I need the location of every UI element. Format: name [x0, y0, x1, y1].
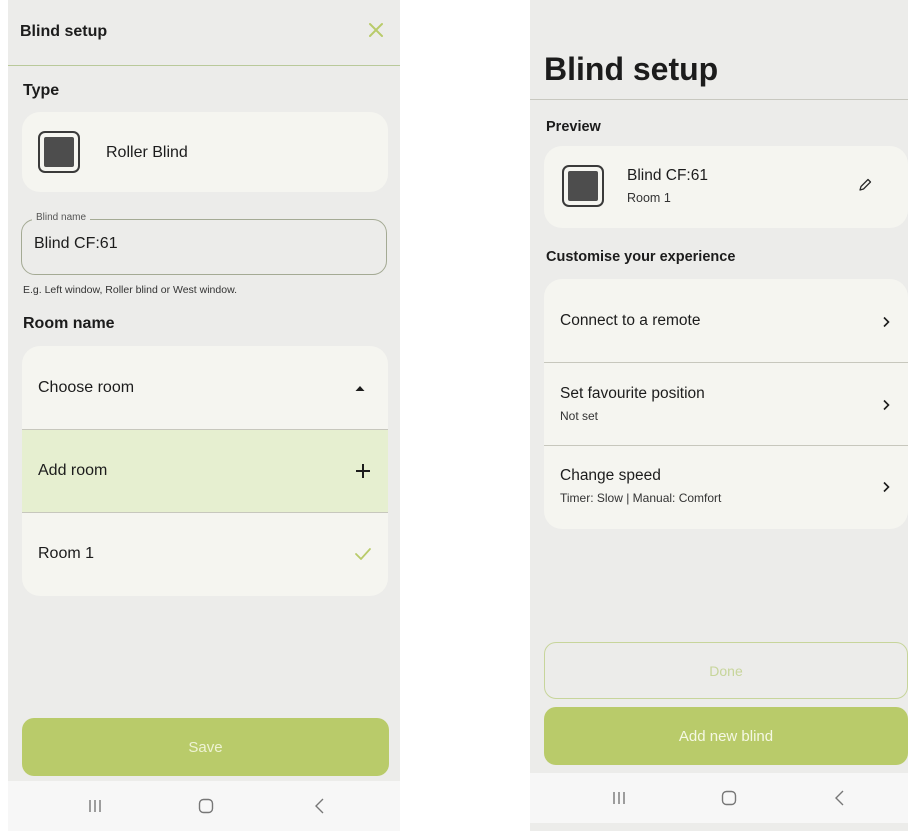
- add-room-row[interactable]: Add room: [22, 430, 388, 512]
- preview-blind-name: Blind CF:61: [627, 167, 708, 184]
- blind-name-helper: E.g. Left window, Roller blind or West w…: [23, 284, 237, 296]
- topbar-title: Blind setup: [20, 23, 108, 40]
- page-title: Blind setup: [544, 51, 719, 87]
- roller-blind-icon: [38, 131, 80, 173]
- room-heading: Room name: [23, 315, 115, 332]
- plus-icon: [356, 464, 370, 478]
- choose-room-row[interactable]: Choose room: [22, 346, 388, 429]
- type-value: Roller Blind: [106, 144, 188, 161]
- room-dropdown: Choose room Add room Room 1: [22, 346, 388, 596]
- save-button[interactable]: Save: [22, 718, 389, 776]
- preview-card: Blind CF:61 Room 1: [544, 146, 908, 228]
- android-navbar: [8, 781, 400, 831]
- recent-apps-icon[interactable]: [86, 797, 104, 815]
- add-room-label: Add room: [38, 462, 108, 479]
- favourite-position-row[interactable]: Set favourite position Not set: [544, 363, 908, 445]
- option-title: Connect to a remote: [560, 312, 701, 329]
- chevron-right-icon: [883, 481, 890, 493]
- blind-name-field[interactable]: Blind name: [21, 212, 387, 275]
- blind-name-label: Blind name: [32, 212, 91, 223]
- type-heading: Type: [23, 82, 60, 99]
- room-1-row[interactable]: Room 1: [22, 513, 388, 596]
- blind-setup-form-screen: Blind setup Type Roller Blind Blind name…: [8, 0, 400, 831]
- checkmark-icon: [355, 548, 371, 560]
- preview-heading: Preview: [546, 119, 601, 135]
- change-speed-row[interactable]: Change speed Timer: Slow | Manual: Comfo…: [544, 446, 908, 529]
- home-icon[interactable]: [197, 797, 215, 815]
- preview-room-name: Room 1: [627, 191, 671, 205]
- option-title: Set favourite position: [560, 385, 705, 402]
- customise-heading: Customise your experience: [546, 249, 736, 265]
- home-icon[interactable]: [720, 789, 738, 807]
- header-divider: [530, 99, 908, 100]
- caret-up-icon: [355, 386, 365, 391]
- chevron-right-icon: [883, 399, 890, 411]
- type-card[interactable]: Roller Blind: [22, 112, 388, 192]
- customise-options-card: Connect to a remote Set favourite positi…: [544, 279, 908, 529]
- add-new-blind-button[interactable]: Add new blind: [544, 707, 908, 765]
- android-navbar: [530, 773, 908, 823]
- roller-blind-icon: [562, 165, 604, 207]
- option-title: Change speed: [560, 467, 661, 484]
- back-icon[interactable]: [831, 789, 849, 807]
- recent-apps-icon[interactable]: [610, 789, 628, 807]
- blind-setup-summary-screen: Blind setup Preview Blind CF:61 Room 1 C…: [530, 0, 908, 831]
- blind-name-input[interactable]: [34, 235, 364, 253]
- back-icon[interactable]: [311, 797, 329, 815]
- header-divider: [8, 65, 400, 66]
- choose-room-label: Choose room: [38, 379, 135, 396]
- option-subtitle: Timer: Slow | Manual: Comfort: [560, 491, 722, 505]
- done-button[interactable]: Done: [544, 642, 908, 699]
- close-icon[interactable]: [363, 17, 389, 43]
- edit-pencil-icon[interactable]: [857, 177, 873, 193]
- chevron-right-icon: [883, 316, 890, 328]
- connect-remote-row[interactable]: Connect to a remote: [544, 279, 908, 362]
- option-subtitle: Not set: [560, 409, 599, 423]
- room-1-label: Room 1: [38, 545, 95, 562]
